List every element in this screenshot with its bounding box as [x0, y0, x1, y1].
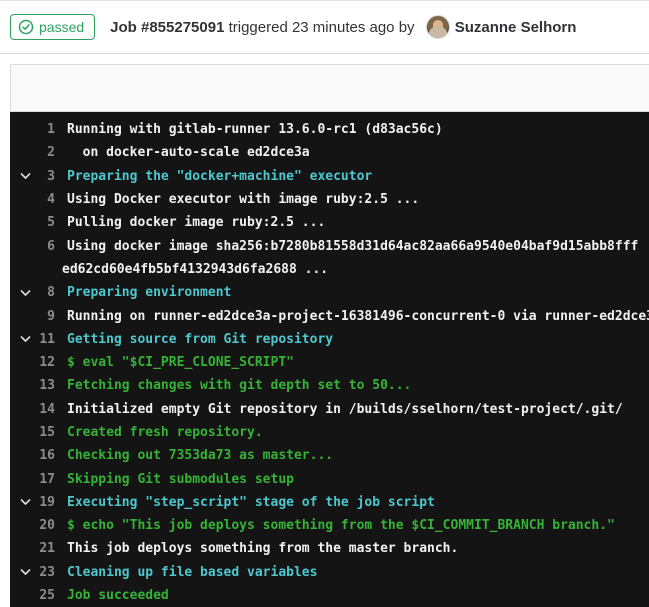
job-header-text: Job #855275091 triggered 23 minutes ago …: [110, 15, 576, 39]
log-line-number[interactable]: 8: [10, 285, 55, 300]
log-line: 14 Initialized empty Git repository in /…: [10, 398, 649, 421]
log-line-text: Pulling docker image ruby:2.5 ...: [55, 215, 325, 230]
log-line: 4 Using Docker executor with image ruby:…: [10, 188, 649, 211]
log-line-number[interactable]: 4: [10, 192, 55, 207]
log-line: ed62cd60e4fb5bf4132943d6fa2688 ...: [10, 258, 649, 281]
log-line: 21 This job deploys something from the m…: [10, 537, 649, 560]
log-line-number[interactable]: 11: [10, 332, 55, 347]
triggered-text: triggered 23 minutes ago by: [224, 19, 418, 36]
log-line-number[interactable]: 21: [10, 541, 55, 556]
log-line: 5 Pulling docker image ruby:2.5 ...: [10, 211, 649, 234]
log-line-text: Getting source from Git repository: [55, 332, 333, 347]
log-line-text: Skipping Git submodules setup: [55, 472, 294, 487]
log-controls-bar: [10, 64, 649, 112]
log-line-number[interactable]: 5: [10, 215, 55, 230]
log-line: 2 on docker-auto-scale ed2dce3a: [10, 141, 649, 164]
log-line: 6 Using docker image sha256:b7280b81558d…: [10, 234, 649, 257]
log-line: 25 Job succeeded: [10, 584, 649, 607]
log-line-text: Using Docker executor with image ruby:2.…: [55, 192, 419, 207]
log-line: 1 Running with gitlab-runner 13.6.0-rc1 …: [10, 118, 649, 141]
log-line: 20 $ echo "This job deploys something fr…: [10, 514, 649, 537]
log-line-text: $ echo "This job deploys something from …: [55, 518, 615, 533]
log-line-text: Checking out 7353da73 as master...: [55, 448, 333, 463]
log-line-number[interactable]: 13: [10, 378, 55, 393]
log-line-number[interactable]: 1: [10, 122, 55, 137]
log-line: 13 Fetching changes with git depth set t…: [10, 374, 649, 397]
log-line: 19 Executing "step_script" stage of the …: [10, 491, 649, 514]
log-line: 15 Created fresh repository.: [10, 421, 649, 444]
job-id-label: Job #855275091: [110, 19, 224, 36]
log-line-number[interactable]: 16: [10, 448, 55, 463]
collapse-chevron-icon[interactable]: [19, 286, 32, 299]
log-line-text: Running on runner-ed2dce3a-project-16381…: [55, 309, 649, 324]
log-line-number[interactable]: 14: [10, 402, 55, 417]
log-line-number[interactable]: 15: [10, 425, 55, 440]
log-line-text: Fetching changes with git depth set to 5…: [55, 378, 411, 393]
log-line-text: This job deploys something from the mast…: [55, 541, 458, 556]
log-line: 23 Cleaning up file based variables: [10, 561, 649, 584]
job-log: 1 Running with gitlab-runner 13.6.0-rc1 …: [10, 112, 649, 607]
log-line: 16 Checking out 7353da73 as master...: [10, 444, 649, 467]
log-line: 12 $ eval "$CI_PRE_CLONE_SCRIPT": [10, 351, 649, 374]
log-line-text: $ eval "$CI_PRE_CLONE_SCRIPT": [55, 355, 294, 370]
log-line-text: Using docker image sha256:b7280b81558d31…: [55, 239, 638, 254]
log-line: 17 Skipping Git submodules setup: [10, 467, 649, 490]
user-avatar[interactable]: [426, 15, 450, 39]
log-line-number[interactable]: 19: [10, 495, 55, 510]
log-line: 9 Running on runner-ed2dce3a-project-163…: [10, 304, 649, 327]
log-line-text: Executing "step_script" stage of the job…: [55, 495, 435, 510]
log-line-text: Cleaning up file based variables: [55, 565, 317, 580]
log-line: 8 Preparing environment: [10, 281, 649, 304]
log-line-text: Created fresh repository.: [55, 425, 263, 440]
collapse-chevron-icon[interactable]: [19, 496, 32, 509]
job-header: passed Job #855275091 triggered 23 minut…: [0, 1, 649, 54]
log-line-text: Preparing environment: [55, 285, 231, 300]
collapse-chevron-icon[interactable]: [19, 333, 32, 346]
log-line-number[interactable]: 25: [10, 588, 55, 603]
log-line-text: Running with gitlab-runner 13.6.0-rc1 (d…: [55, 122, 443, 137]
log-line-number[interactable]: 23: [10, 565, 55, 580]
log-line-text: Preparing the "docker+machine" executor: [55, 169, 372, 184]
user-name-link[interactable]: Suzanne Selhorn: [455, 19, 577, 36]
collapse-chevron-icon[interactable]: [19, 170, 32, 183]
check-circle-icon: [18, 19, 34, 35]
log-line: 11 Getting source from Git repository: [10, 328, 649, 351]
status-badge[interactable]: passed: [10, 14, 95, 40]
log-line-number[interactable]: 2: [10, 145, 55, 160]
log-line-number[interactable]: 6: [10, 239, 55, 254]
log-line-text: ed62cd60e4fb5bf4132943d6fa2688 ...: [10, 262, 328, 277]
log-line-number[interactable]: 3: [10, 169, 55, 184]
log-line-number[interactable]: 12: [10, 355, 55, 370]
log-line-number[interactable]: 20: [10, 518, 55, 533]
collapse-chevron-icon[interactable]: [19, 566, 32, 579]
log-line-text: Job succeeded: [55, 588, 169, 603]
log-line: 3 Preparing the "docker+machine" executo…: [10, 165, 649, 188]
log-line-number[interactable]: 9: [10, 309, 55, 324]
log-line-text: Initialized empty Git repository in /bui…: [55, 402, 623, 417]
log-line-text: on docker-auto-scale ed2dce3a: [55, 145, 310, 160]
status-badge-label: passed: [39, 18, 84, 36]
log-line-number[interactable]: 17: [10, 472, 55, 487]
